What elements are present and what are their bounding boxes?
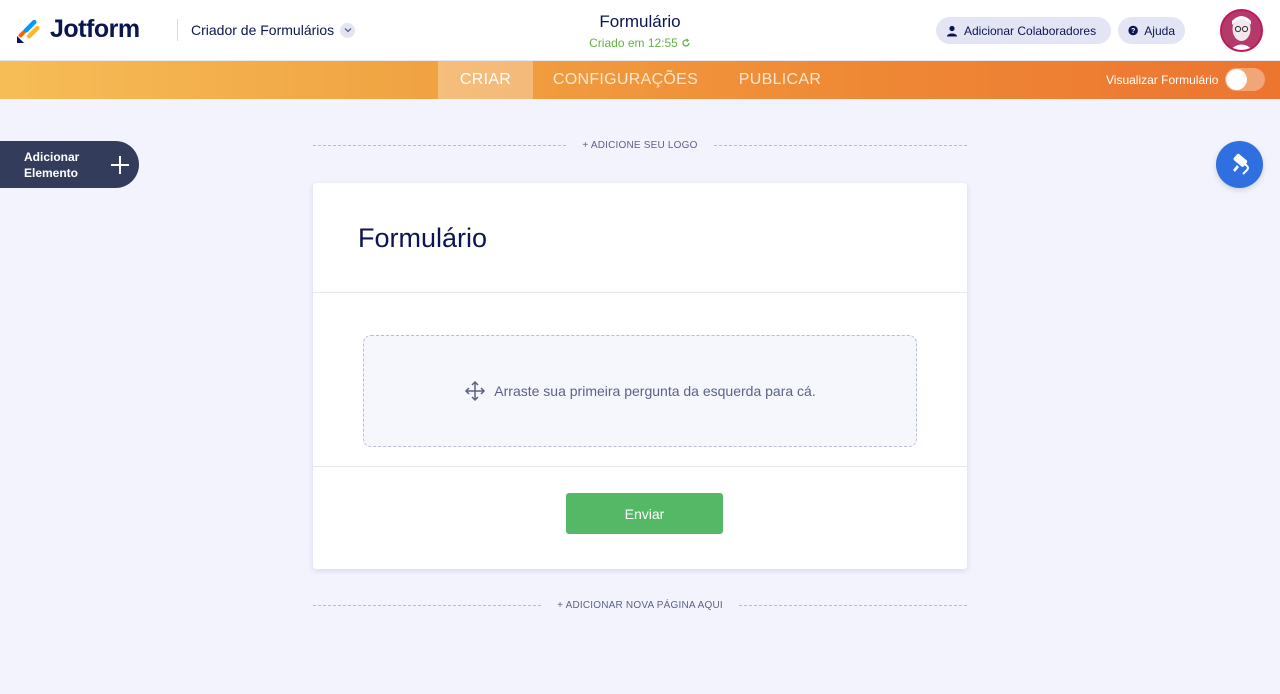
dashed-divider bbox=[738, 604, 967, 606]
preview-form-toggle[interactable] bbox=[1225, 68, 1265, 91]
form-designer-button[interactable] bbox=[1216, 141, 1263, 188]
add-element-label: Adicionar Elemento bbox=[24, 150, 80, 180]
divider bbox=[313, 466, 967, 467]
dashed-divider bbox=[313, 604, 542, 606]
add-logo-row[interactable]: + ADICIONE SEU LOGO bbox=[313, 138, 968, 152]
svg-text:?: ? bbox=[1131, 27, 1135, 35]
header-divider bbox=[177, 19, 178, 41]
help-label: Ajuda bbox=[1144, 23, 1175, 38]
add-collaborators-button[interactable]: Adicionar Colaboradores bbox=[936, 17, 1111, 44]
move-arrows-icon bbox=[465, 380, 486, 402]
chevron-down-icon bbox=[340, 22, 356, 38]
submit-button[interactable]: Enviar bbox=[566, 493, 723, 534]
dropzone-text: Arraste sua primeira pergunta da esquerd… bbox=[494, 383, 816, 399]
question-circle-icon: ? bbox=[1128, 25, 1138, 36]
add-collaborators-label: Adicionar Colaboradores bbox=[964, 23, 1097, 38]
form-heading[interactable]: Formulário bbox=[358, 223, 487, 254]
builder-navbar: CRIAR CONFIGURAÇÕES PUBLICAR Visualizar … bbox=[0, 61, 1280, 99]
builder-label: Criador de Formulários bbox=[191, 22, 335, 38]
refresh-icon bbox=[682, 38, 690, 47]
dashed-divider bbox=[713, 144, 968, 146]
add-logo-label: + ADICIONE SEU LOGO bbox=[582, 139, 698, 151]
saved-status-text: Criado em 12:55 bbox=[589, 36, 678, 50]
question-dropzone[interactable]: Arraste sua primeira pergunta da esquerd… bbox=[363, 335, 917, 447]
form-card: Formulário Arraste sua primeira pergunta… bbox=[313, 183, 967, 569]
top-header: Jotform Criador de Formulários Formulári… bbox=[0, 0, 1280, 61]
jotform-logo-icon bbox=[17, 19, 40, 43]
saved-status: Criado em 12:55 bbox=[540, 36, 740, 50]
paint-roller-icon bbox=[1232, 153, 1249, 175]
avatar-image bbox=[1222, 11, 1261, 50]
dashed-divider bbox=[313, 144, 567, 146]
add-page-row[interactable]: + ADICIONAR NOVA PÁGINA AQUI bbox=[313, 598, 967, 612]
preview-form-label: Visualizar Formulário bbox=[1106, 73, 1219, 87]
tab-criar[interactable]: CRIAR bbox=[438, 61, 533, 99]
tab-configuracoes[interactable]: CONFIGURAÇÕES bbox=[533, 61, 718, 99]
user-icon bbox=[947, 25, 957, 36]
jotform-logo[interactable]: Jotform bbox=[16, 15, 140, 44]
add-element-button[interactable]: Adicionar Elemento bbox=[0, 141, 139, 188]
form-title-header[interactable]: Formulário bbox=[540, 12, 740, 32]
divider bbox=[313, 292, 967, 293]
plus-icon bbox=[111, 156, 129, 174]
avatar[interactable] bbox=[1220, 9, 1263, 52]
tab-publicar[interactable]: PUBLICAR bbox=[718, 61, 842, 99]
logo-text: Jotform bbox=[50, 15, 140, 43]
add-page-label: + ADICIONAR NOVA PÁGINA AQUI bbox=[557, 599, 723, 611]
builder-selector[interactable]: Criador de Formulários bbox=[191, 22, 356, 38]
help-button[interactable]: ? Ajuda bbox=[1118, 17, 1185, 44]
toggle-knob bbox=[1226, 69, 1247, 90]
